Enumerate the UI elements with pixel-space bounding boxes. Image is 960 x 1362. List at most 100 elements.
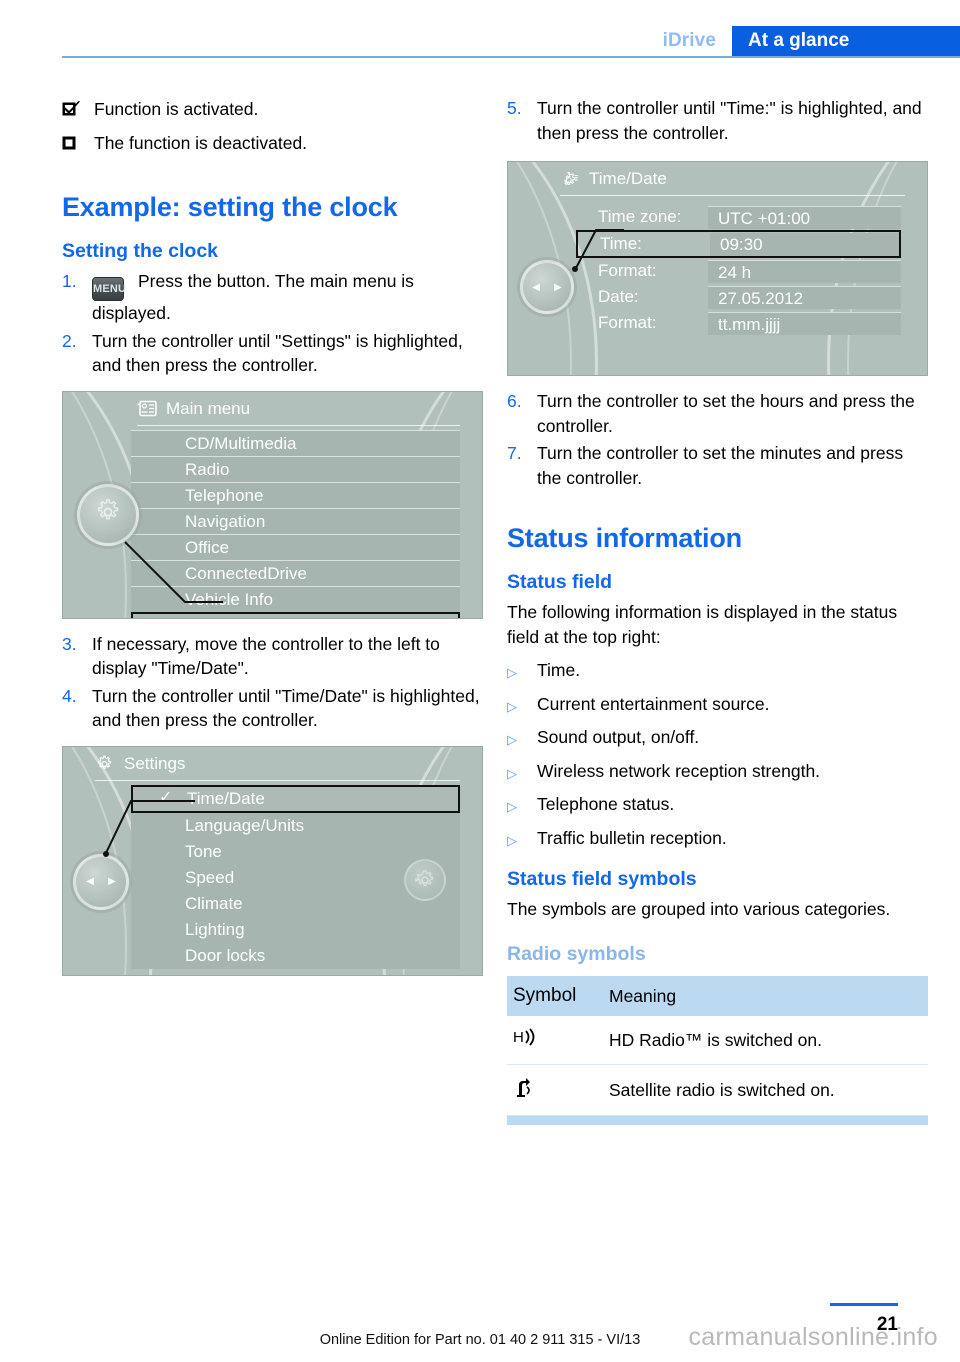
header-divider [62, 56, 960, 58]
table-footer-row [507, 1115, 928, 1125]
step-6: 6. Turn the controller to set the hours … [507, 389, 928, 438]
settings-item-door-locks[interactable]: Door locks [131, 942, 460, 969]
step-7-text: Turn the controller to set the minutes a… [537, 443, 904, 488]
time-date-screen: Time/Date Time zone: UTC +01:00 Time: 09… [507, 161, 928, 376]
gear-icon [94, 498, 122, 531]
status-field-symbols-intro: The symbols are grouped into various cat… [507, 899, 891, 919]
page-footer: 21 Online Edition for Part no. 01 40 2 9… [0, 1272, 960, 1362]
main-menu-item-telephone[interactable]: Telephone [131, 481, 460, 508]
table-footer-cell [603, 1115, 928, 1125]
timedate-value-date: 27.05.2012 [708, 285, 901, 309]
table-header-row: Symbol Meaning [507, 976, 928, 1016]
section-heading-setting-the-clock: Setting the clock [62, 240, 219, 262]
step-5-number: 5. [507, 98, 522, 118]
main-menu-item-settings[interactable]: Settings [131, 611, 460, 618]
status-bullet-time: ▷ Time. [507, 658, 928, 686]
header-breadcrumb: iDrive At a glance [663, 26, 960, 56]
status-bullet-telephone-status: ▷ Telephone status. [507, 792, 928, 820]
step-3-number: 3. [62, 633, 77, 654]
page-title: Example: setting the clock [62, 192, 398, 222]
timedate-value-time: 09:30 [710, 232, 899, 256]
main-menu-item-navigation[interactable]: Navigation [131, 507, 460, 534]
status-bullet-wireless-reception: ▷ Wireless network reception strength. [507, 759, 928, 787]
checked-box-icon [62, 96, 84, 125]
left-column: Function is activated. The function is d… [62, 96, 483, 989]
step-2-text: Turn the controller until "Settings" is … [92, 330, 463, 376]
step-2-number: 2. [62, 330, 77, 351]
step-6-text: Turn the controller to set the hours and… [537, 391, 915, 436]
site-watermark: carmanualsonline.info [688, 1323, 938, 1351]
timedate-label-date: Date: [598, 287, 639, 306]
radio-symbols-table: Symbol Meaning H HD Radio™ is switched o… [507, 976, 928, 1125]
step-4-text: Turn the controller until "Time/Date" is… [92, 685, 480, 731]
status-bullet-traffic-bulletin-text: Traffic bulletin reception. [537, 827, 727, 848]
timedate-value-time-zone: UTC +01:00 [708, 205, 901, 229]
triangle-bullet-icon: ▷ [507, 832, 517, 848]
status-bullet-time-text: Time. [537, 660, 581, 680]
arrow-left-icon: ◀ [532, 281, 540, 293]
step-7-number: 7. [507, 443, 522, 463]
timedate-value-date-format: tt.mm.jjjj [708, 311, 901, 335]
timedate-row-date-format[interactable]: Format: tt.mm.jjjj [576, 310, 901, 336]
status-field-intro: The following information is displayed i… [507, 602, 898, 647]
arrow-right-icon: ▶ [108, 876, 116, 887]
legend-item-activated: Function is activated. [62, 96, 483, 125]
timedate-title-text: Time/Date [589, 169, 667, 188]
settings-side-gear-icon [404, 858, 446, 901]
left-right-arrows-icon: ◀ ▶ [532, 282, 561, 293]
main-menu-item-radio[interactable]: Radio [131, 455, 460, 482]
table-header-symbol: Symbol [507, 976, 603, 1016]
timedate-gear-icon [560, 171, 580, 188]
timedate-leader-line [575, 229, 624, 269]
empty-box-icon [62, 130, 84, 159]
status-bullet-entertainment-source-text: Current entertainment source. [537, 693, 770, 714]
settings-item-lighting[interactable]: Lighting [131, 916, 460, 943]
menu-button-icon[interactable]: MENU [92, 277, 126, 301]
triangle-bullet-icon: ▷ [507, 765, 517, 781]
status-information-title: Status information [507, 523, 742, 553]
main-menu-title-bar: Main menu [63, 392, 482, 425]
step-1-number: 1. [62, 271, 77, 291]
main-menu-controller-knob [77, 483, 139, 546]
arrow-right-icon: ▶ [554, 281, 562, 293]
main-menu-title-text: Main menu [166, 398, 251, 418]
step-1: 1. MENU Press the button. The main menu i… [62, 269, 483, 326]
step-1-text: Press the button. The main menu is displ… [92, 271, 414, 323]
main-menu-screen: Main menu CD/Multimedia Radio Telephone … [62, 390, 483, 619]
timedate-row-date[interactable]: Date: 27.05.2012 [576, 284, 901, 310]
status-bullet-traffic-bulletin: ▷ Traffic bulletin reception. [507, 826, 928, 854]
timedate-label-date-format: Format: [598, 313, 657, 332]
settings-controller-knob: ◀ ▶ [73, 853, 129, 910]
timedate-controller-knob: ◀ ▶ [520, 260, 574, 314]
table-footer-cell [507, 1115, 603, 1125]
legend-text-deactivated: The function is deactivated. [94, 133, 308, 153]
status-bullet-entertainment-source: ▷ Current entertainment source. [507, 692, 928, 720]
step-2: 2. Turn the controller until "Settings" … [62, 329, 483, 378]
step-6-number: 6. [507, 391, 522, 411]
page-header: iDrive At a glance [0, 0, 960, 62]
arrow-left-icon: ◀ [86, 876, 94, 887]
step-3: 3. If necessary, move the controller to … [62, 632, 483, 681]
step-1-body: MENU Press the button. The main menu is d… [92, 269, 483, 326]
main-menu-icon [137, 400, 157, 417]
settings-screen: Settings ✓ Time/Date Language/Units Tone… [62, 745, 483, 976]
table-row: Satellite radio is switched on. [507, 1064, 928, 1116]
settings-title-bar: Settings [63, 747, 482, 780]
breadcrumb-chapter: iDrive [662, 30, 716, 51]
status-bullet-list: ▷ Time. ▷ Current entertainment source. … [507, 658, 928, 853]
left-right-arrows-icon: ◀ ▶ [86, 876, 115, 887]
settings-title-text: Settings [124, 753, 186, 773]
step-3-text: If necessary, move the controller to the… [92, 633, 440, 679]
triangle-bullet-icon: ▷ [507, 698, 517, 714]
main-menu-item-cd-multimedia[interactable]: CD/Multimedia [131, 429, 460, 456]
settings-leader-line [105, 799, 195, 853]
settings-gear-icon [95, 755, 115, 772]
manual-page: iDrive At a glance Function is activated… [0, 0, 960, 1362]
triangle-bullet-icon: ▷ [507, 732, 517, 747]
legend-text-activated: Function is activated. [94, 99, 259, 119]
footer-divider [830, 1303, 898, 1306]
table-cell-meaning: Satellite radio is switched on. [603, 1064, 928, 1116]
main-menu-leader-line [124, 540, 223, 603]
legend-item-deactivated: The function is deactivated. [62, 130, 483, 159]
step-7: 7. Turn the controller to set the minute… [507, 441, 928, 490]
